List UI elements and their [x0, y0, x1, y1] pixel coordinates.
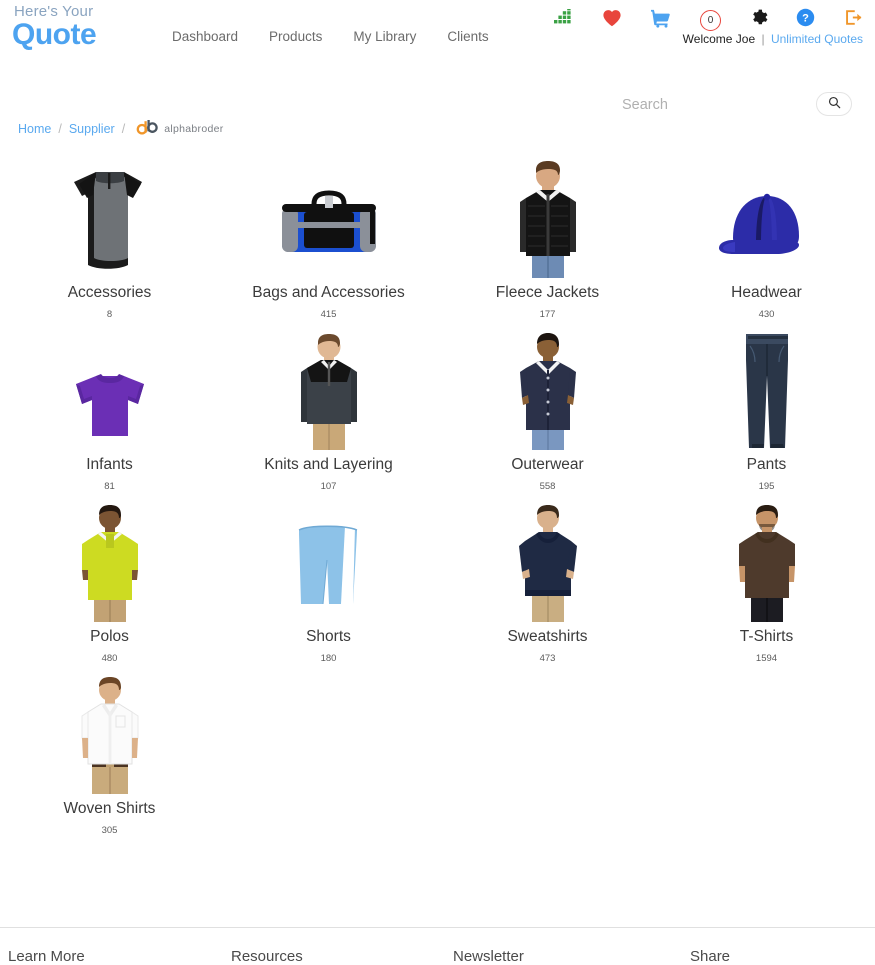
category-tile-headwear[interactable]: Headwear 430 — [657, 160, 875, 332]
category-label: Headwear — [731, 284, 802, 301]
footer-heading-share: Share — [690, 948, 731, 965]
category-tile-bags-and-accessories[interactable]: Bags and Accessories 415 — [219, 160, 438, 332]
category-label: Infants — [86, 456, 133, 473]
category-count: 473 — [539, 653, 556, 664]
category-label: Polos — [90, 628, 129, 645]
category-label: Knits and Layering — [264, 456, 393, 473]
svg-text:?: ? — [802, 12, 809, 24]
breadcrumb: Home / Supplier / alphabroder — [18, 117, 224, 140]
category-count: 430 — [758, 309, 775, 320]
category-tile-fleece-jackets[interactable]: Fleece Jackets 177 — [438, 160, 657, 332]
account-separator: | — [761, 32, 765, 46]
category-image-man-black-puffer-jacket — [438, 160, 657, 278]
footer-heading-resources: Resources — [231, 948, 303, 965]
category-count: 107 — [320, 481, 337, 492]
category-label: Pants — [746, 456, 787, 473]
category-image-quarter-zip-pullover — [0, 160, 219, 278]
category-tile-t-shirts[interactable]: T-Shirts 1594 — [657, 504, 875, 676]
search-bar — [620, 92, 852, 120]
breadcrumb-home[interactable]: Home — [18, 122, 51, 136]
footer-heading-newsletter: Newsletter — [453, 948, 524, 965]
search-input[interactable] — [620, 96, 800, 114]
category-count: 558 — [539, 481, 556, 492]
category-image-light-blue-shorts — [219, 504, 438, 622]
footer-columns: Learn More Resources Newsletter Share — [0, 948, 875, 965]
cart-count-badge[interactable]: 0 — [700, 9, 721, 31]
gear-icon[interactable] — [749, 8, 768, 32]
welcome-text: Welcome Joe — [682, 32, 756, 46]
category-label: T-Shirts — [739, 628, 794, 645]
cart-icon[interactable] — [650, 8, 672, 33]
category-count: 480 — [101, 653, 118, 664]
category-image-purple-infant-tee — [0, 332, 219, 450]
category-count: 81 — [104, 481, 115, 492]
category-label: Accessories — [67, 284, 152, 301]
category-count: 305 — [101, 825, 118, 836]
category-image-man-yellow-polo — [0, 504, 219, 622]
category-image-man-brown-tshirt — [657, 504, 875, 622]
search-icon — [828, 96, 841, 112]
category-tile-pants[interactable]: Pants 195 — [657, 332, 875, 504]
alphabroder-wordmark: alphabroder — [164, 122, 224, 135]
category-image-blue-baseball-cap — [657, 160, 875, 278]
category-tile-outerwear[interactable]: Outerwear 558 — [438, 332, 657, 504]
cart-count-value: 0 — [707, 14, 714, 26]
site-footer: Learn More Resources Newsletter Share — [0, 927, 875, 965]
category-tile-accessories[interactable]: Accessories 8 — [0, 160, 219, 332]
nav-item-products[interactable]: Products — [269, 29, 322, 44]
alphabroder-logo[interactable]: alphabroder — [136, 117, 223, 140]
category-label: Fleece Jackets — [495, 284, 600, 301]
nav-item-clients[interactable]: Clients — [447, 29, 488, 44]
category-label: Outerwear — [511, 456, 584, 473]
category-count: 195 — [758, 481, 775, 492]
category-tile-infants[interactable]: Infants 81 — [0, 332, 219, 504]
category-label: Bags and Accessories — [252, 284, 405, 301]
category-count: 1594 — [755, 653, 778, 664]
nav-item-my-library[interactable]: My Library — [353, 29, 416, 44]
category-image-man-quarter-zip-knit — [219, 332, 438, 450]
category-tile-polos[interactable]: Polos 480 — [0, 504, 219, 676]
logo-wordmark: Quote — [12, 18, 97, 51]
category-image-duffel-bag — [219, 160, 438, 278]
category-image-man-white-dress-shirt — [0, 676, 219, 794]
category-image-man-navy-crewneck — [438, 504, 657, 622]
header-icon-bar: 0 ? — [554, 6, 863, 33]
breadcrumb-separator-1: / — [58, 121, 62, 136]
main-navigation: Dashboard Products My Library Clients — [172, 29, 489, 44]
breadcrumb-separator-2: / — [121, 121, 126, 136]
category-grid: Accessories 8 Bags and Accessories 415 F… — [0, 160, 875, 848]
logo-tagline: Here's Your — [14, 3, 94, 20]
category-tile-shorts[interactable]: Shorts 180 — [219, 504, 438, 676]
category-tile-woven-shirts[interactable]: Woven Shirts 305 — [0, 676, 219, 848]
category-label: Woven Shirts — [63, 800, 156, 817]
site-logo[interactable]: Here's Your Quote — [12, 3, 97, 51]
account-status: Welcome Joe | Unlimited Quotes — [683, 32, 863, 46]
category-image-man-navy-button-jersey — [438, 332, 657, 450]
analytics-icon[interactable] — [554, 6, 574, 32]
nav-item-dashboard[interactable]: Dashboard — [172, 29, 238, 44]
category-count: 415 — [320, 309, 337, 320]
category-count: 177 — [539, 309, 556, 320]
help-icon[interactable]: ? — [796, 8, 815, 32]
heart-icon[interactable] — [602, 9, 622, 32]
category-count: 180 — [320, 653, 337, 664]
category-tile-knits-and-layering[interactable]: Knits and Layering 107 — [219, 332, 438, 504]
footer-heading-learn-more: Learn More — [8, 948, 85, 965]
logout-icon[interactable] — [843, 8, 863, 32]
category-tile-sweatshirts[interactable]: Sweatshirts 473 — [438, 504, 657, 676]
category-label: Shorts — [306, 628, 351, 645]
category-count: 8 — [106, 309, 113, 320]
category-image-denim-jeans — [657, 332, 875, 450]
breadcrumb-supplier[interactable]: Supplier — [69, 122, 115, 136]
unlimited-quotes-link[interactable]: Unlimited Quotes — [771, 32, 863, 46]
search-button[interactable] — [816, 92, 852, 116]
site-header: Here's Your Quote Dashboard Products My … — [0, 0, 875, 74]
category-label: Sweatshirts — [507, 628, 588, 645]
alphabroder-mark-icon — [136, 117, 162, 140]
